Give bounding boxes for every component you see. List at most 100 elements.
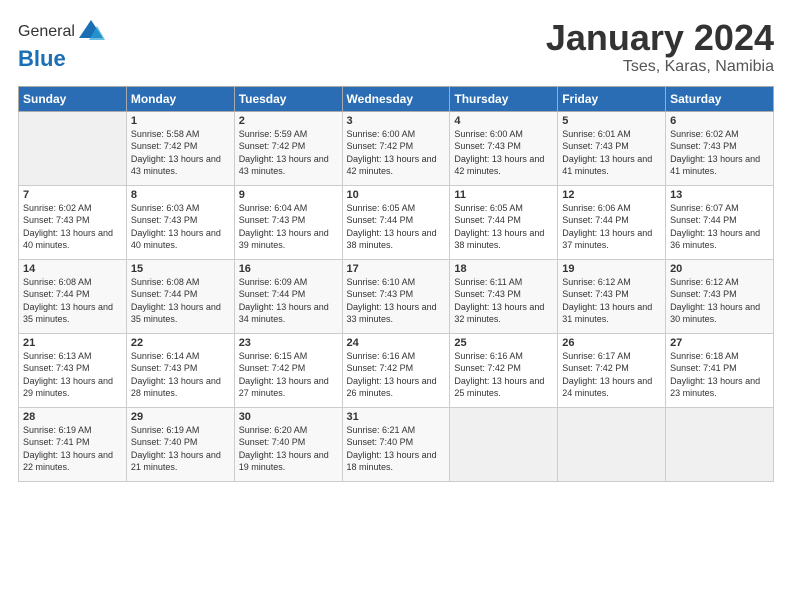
day-number: 28 bbox=[23, 411, 122, 423]
calendar-table: SundayMondayTuesdayWednesdayThursdayFrid… bbox=[18, 86, 774, 482]
cell-info: Sunrise: 6:10 AMSunset: 7:43 PMDaylight:… bbox=[347, 276, 446, 326]
header: General Blue January 2024 Tses, Karas, N… bbox=[18, 18, 774, 76]
cell-info: Sunrise: 6:01 AMSunset: 7:43 PMDaylight:… bbox=[562, 128, 661, 178]
calendar-title: January 2024 bbox=[546, 18, 774, 58]
calendar-cell: 3Sunrise: 6:00 AMSunset: 7:42 PMDaylight… bbox=[342, 111, 450, 185]
day-number: 2 bbox=[239, 115, 338, 127]
calendar-cell: 25Sunrise: 6:16 AMSunset: 7:42 PMDayligh… bbox=[450, 333, 558, 407]
week-row-2: 7Sunrise: 6:02 AMSunset: 7:43 PMDaylight… bbox=[19, 185, 774, 259]
calendar-cell: 14Sunrise: 6:08 AMSunset: 7:44 PMDayligh… bbox=[19, 259, 127, 333]
day-number: 24 bbox=[347, 337, 446, 349]
cell-info: Sunrise: 6:08 AMSunset: 7:44 PMDaylight:… bbox=[131, 276, 230, 326]
calendar-cell bbox=[558, 407, 666, 481]
cell-info: Sunrise: 6:15 AMSunset: 7:42 PMDaylight:… bbox=[239, 350, 338, 400]
calendar-cell: 27Sunrise: 6:18 AMSunset: 7:41 PMDayligh… bbox=[666, 333, 774, 407]
calendar-cell: 31Sunrise: 6:21 AMSunset: 7:40 PMDayligh… bbox=[342, 407, 450, 481]
calendar-cell: 13Sunrise: 6:07 AMSunset: 7:44 PMDayligh… bbox=[666, 185, 774, 259]
cell-info: Sunrise: 6:03 AMSunset: 7:43 PMDaylight:… bbox=[131, 202, 230, 252]
cell-info: Sunrise: 6:12 AMSunset: 7:43 PMDaylight:… bbox=[562, 276, 661, 326]
logo-icon bbox=[77, 18, 105, 46]
cell-info: Sunrise: 6:21 AMSunset: 7:40 PMDaylight:… bbox=[347, 424, 446, 474]
day-number: 20 bbox=[670, 263, 769, 275]
day-number: 29 bbox=[131, 411, 230, 423]
title-block: January 2024 Tses, Karas, Namibia bbox=[546, 18, 774, 76]
weekday-header-monday: Monday bbox=[126, 86, 234, 111]
cell-info: Sunrise: 6:17 AMSunset: 7:42 PMDaylight:… bbox=[562, 350, 661, 400]
cell-info: Sunrise: 6:07 AMSunset: 7:44 PMDaylight:… bbox=[670, 202, 769, 252]
day-number: 17 bbox=[347, 263, 446, 275]
day-number: 4 bbox=[454, 115, 553, 127]
day-number: 21 bbox=[23, 337, 122, 349]
week-row-3: 14Sunrise: 6:08 AMSunset: 7:44 PMDayligh… bbox=[19, 259, 774, 333]
calendar-cell: 20Sunrise: 6:12 AMSunset: 7:43 PMDayligh… bbox=[666, 259, 774, 333]
day-number: 12 bbox=[562, 189, 661, 201]
cell-info: Sunrise: 6:14 AMSunset: 7:43 PMDaylight:… bbox=[131, 350, 230, 400]
calendar-cell bbox=[666, 407, 774, 481]
day-number: 8 bbox=[131, 189, 230, 201]
week-row-1: 1Sunrise: 5:58 AMSunset: 7:42 PMDaylight… bbox=[19, 111, 774, 185]
calendar-cell: 8Sunrise: 6:03 AMSunset: 7:43 PMDaylight… bbox=[126, 185, 234, 259]
cell-info: Sunrise: 6:05 AMSunset: 7:44 PMDaylight:… bbox=[454, 202, 553, 252]
calendar-cell: 2Sunrise: 5:59 AMSunset: 7:42 PMDaylight… bbox=[234, 111, 342, 185]
cell-info: Sunrise: 6:00 AMSunset: 7:42 PMDaylight:… bbox=[347, 128, 446, 178]
calendar-cell: 21Sunrise: 6:13 AMSunset: 7:43 PMDayligh… bbox=[19, 333, 127, 407]
day-number: 7 bbox=[23, 189, 122, 201]
calendar-cell: 23Sunrise: 6:15 AMSunset: 7:42 PMDayligh… bbox=[234, 333, 342, 407]
calendar-cell: 4Sunrise: 6:00 AMSunset: 7:43 PMDaylight… bbox=[450, 111, 558, 185]
weekday-header-tuesday: Tuesday bbox=[234, 86, 342, 111]
calendar-cell: 11Sunrise: 6:05 AMSunset: 7:44 PMDayligh… bbox=[450, 185, 558, 259]
weekday-header-row: SundayMondayTuesdayWednesdayThursdayFrid… bbox=[19, 86, 774, 111]
cell-info: Sunrise: 6:02 AMSunset: 7:43 PMDaylight:… bbox=[23, 202, 122, 252]
day-number: 22 bbox=[131, 337, 230, 349]
cell-info: Sunrise: 6:11 AMSunset: 7:43 PMDaylight:… bbox=[454, 276, 553, 326]
cell-info: Sunrise: 6:19 AMSunset: 7:40 PMDaylight:… bbox=[131, 424, 230, 474]
week-row-5: 28Sunrise: 6:19 AMSunset: 7:41 PMDayligh… bbox=[19, 407, 774, 481]
day-number: 1 bbox=[131, 115, 230, 127]
calendar-cell bbox=[19, 111, 127, 185]
day-number: 25 bbox=[454, 337, 553, 349]
calendar-cell: 15Sunrise: 6:08 AMSunset: 7:44 PMDayligh… bbox=[126, 259, 234, 333]
day-number: 3 bbox=[347, 115, 446, 127]
calendar-cell: 5Sunrise: 6:01 AMSunset: 7:43 PMDaylight… bbox=[558, 111, 666, 185]
day-number: 18 bbox=[454, 263, 553, 275]
day-number: 9 bbox=[239, 189, 338, 201]
week-row-4: 21Sunrise: 6:13 AMSunset: 7:43 PMDayligh… bbox=[19, 333, 774, 407]
logo-general-text: General bbox=[18, 23, 75, 41]
weekday-header-friday: Friday bbox=[558, 86, 666, 111]
day-number: 23 bbox=[239, 337, 338, 349]
weekday-header-saturday: Saturday bbox=[666, 86, 774, 111]
calendar-cell: 17Sunrise: 6:10 AMSunset: 7:43 PMDayligh… bbox=[342, 259, 450, 333]
weekday-header-sunday: Sunday bbox=[19, 86, 127, 111]
calendar-cell: 10Sunrise: 6:05 AMSunset: 7:44 PMDayligh… bbox=[342, 185, 450, 259]
cell-info: Sunrise: 6:16 AMSunset: 7:42 PMDaylight:… bbox=[454, 350, 553, 400]
day-number: 13 bbox=[670, 189, 769, 201]
calendar-cell: 19Sunrise: 6:12 AMSunset: 7:43 PMDayligh… bbox=[558, 259, 666, 333]
cell-info: Sunrise: 5:58 AMSunset: 7:42 PMDaylight:… bbox=[131, 128, 230, 178]
calendar-cell: 18Sunrise: 6:11 AMSunset: 7:43 PMDayligh… bbox=[450, 259, 558, 333]
cell-info: Sunrise: 6:00 AMSunset: 7:43 PMDaylight:… bbox=[454, 128, 553, 178]
day-number: 26 bbox=[562, 337, 661, 349]
day-number: 15 bbox=[131, 263, 230, 275]
page: General Blue January 2024 Tses, Karas, N… bbox=[0, 0, 792, 612]
cell-info: Sunrise: 6:02 AMSunset: 7:43 PMDaylight:… bbox=[670, 128, 769, 178]
day-number: 19 bbox=[562, 263, 661, 275]
calendar-cell: 26Sunrise: 6:17 AMSunset: 7:42 PMDayligh… bbox=[558, 333, 666, 407]
calendar-cell: 1Sunrise: 5:58 AMSunset: 7:42 PMDaylight… bbox=[126, 111, 234, 185]
calendar-cell: 22Sunrise: 6:14 AMSunset: 7:43 PMDayligh… bbox=[126, 333, 234, 407]
day-number: 30 bbox=[239, 411, 338, 423]
weekday-header-thursday: Thursday bbox=[450, 86, 558, 111]
cell-info: Sunrise: 6:12 AMSunset: 7:43 PMDaylight:… bbox=[670, 276, 769, 326]
logo: General Blue bbox=[18, 18, 105, 72]
day-number: 6 bbox=[670, 115, 769, 127]
calendar-cell: 12Sunrise: 6:06 AMSunset: 7:44 PMDayligh… bbox=[558, 185, 666, 259]
day-number: 16 bbox=[239, 263, 338, 275]
calendar-cell: 6Sunrise: 6:02 AMSunset: 7:43 PMDaylight… bbox=[666, 111, 774, 185]
cell-info: Sunrise: 6:05 AMSunset: 7:44 PMDaylight:… bbox=[347, 202, 446, 252]
logo-blue-text: Blue bbox=[18, 46, 66, 71]
calendar-subtitle: Tses, Karas, Namibia bbox=[546, 58, 774, 76]
calendar-cell: 29Sunrise: 6:19 AMSunset: 7:40 PMDayligh… bbox=[126, 407, 234, 481]
cell-info: Sunrise: 6:18 AMSunset: 7:41 PMDaylight:… bbox=[670, 350, 769, 400]
day-number: 27 bbox=[670, 337, 769, 349]
calendar-cell: 28Sunrise: 6:19 AMSunset: 7:41 PMDayligh… bbox=[19, 407, 127, 481]
cell-info: Sunrise: 6:16 AMSunset: 7:42 PMDaylight:… bbox=[347, 350, 446, 400]
